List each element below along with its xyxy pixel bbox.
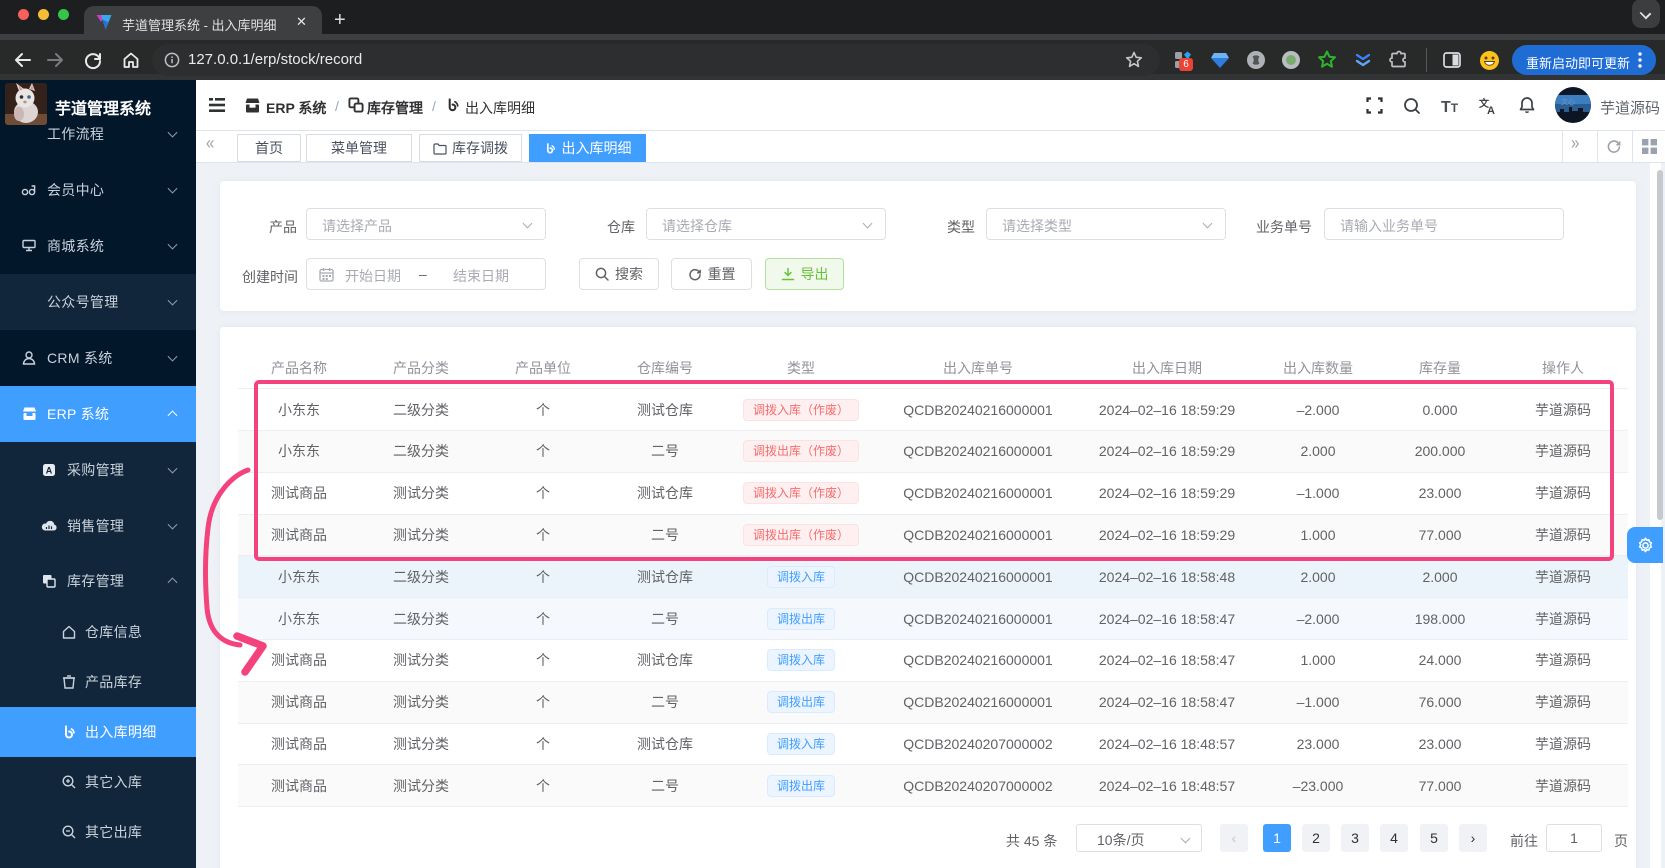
svg-text:文心: 文心 (1561, 97, 1575, 106)
svg-text:A: A (46, 466, 53, 476)
svg-text:A: A (1487, 105, 1495, 116)
